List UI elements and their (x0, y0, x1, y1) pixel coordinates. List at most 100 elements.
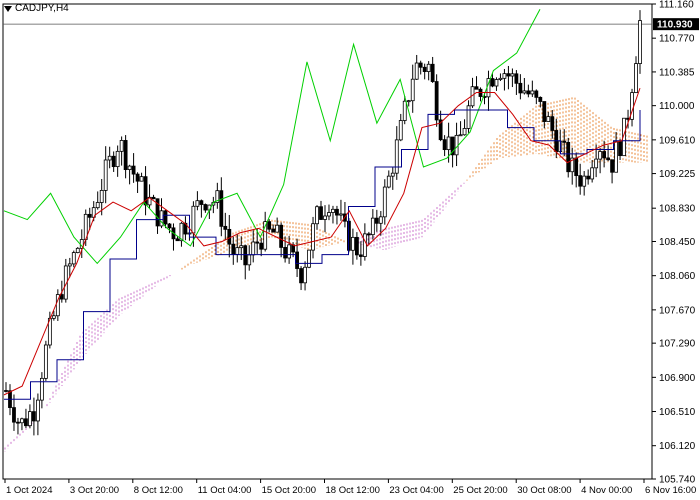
candle-body (586, 175, 591, 180)
candle-body (610, 159, 614, 173)
candle (370, 209, 375, 240)
candle-body (458, 134, 463, 137)
time-tick-label: 3 Oct 20:00 (70, 485, 119, 496)
candle (422, 63, 427, 80)
candle (147, 184, 152, 209)
candle-body (111, 155, 116, 168)
candle (203, 203, 208, 213)
candle (618, 138, 622, 161)
time-tick-label: 4 Nov 00:00 (581, 485, 632, 496)
candle (406, 99, 411, 107)
candle-body (32, 411, 36, 422)
candle (307, 249, 311, 269)
candle (235, 234, 240, 263)
price-tick-label: 106.120 (659, 441, 696, 452)
candle (303, 261, 307, 291)
candle-body (494, 79, 499, 87)
candle-body (490, 78, 495, 87)
candle-body (530, 90, 535, 95)
price-tick-label: 110.385 (659, 67, 695, 78)
candle-body (4, 390, 8, 392)
candle-body (119, 140, 124, 152)
candle-body (386, 175, 391, 188)
candle-body (414, 62, 419, 80)
candle (311, 216, 315, 259)
candle (478, 87, 483, 102)
candle-body (95, 202, 100, 209)
price-tick-label: 106.900 (659, 373, 696, 384)
price-tick-label: 105.740 (659, 475, 696, 486)
candle-body (115, 150, 120, 168)
time-tick-label: 11 Oct 04:00 (198, 485, 252, 496)
candle (518, 74, 523, 100)
candle (634, 56, 638, 94)
candle-body (135, 173, 140, 182)
candle-body (75, 247, 80, 253)
candle (119, 136, 124, 166)
candle-body (634, 63, 638, 94)
candle-body (339, 213, 343, 216)
candle-body (279, 224, 284, 248)
candle-body (307, 249, 311, 268)
candle-body (538, 96, 543, 102)
candle-body (299, 268, 303, 284)
candle (267, 219, 272, 233)
price-tick-label: 108.060 (659, 271, 696, 282)
candle (107, 146, 112, 169)
candle (546, 111, 551, 122)
candle (4, 382, 8, 393)
candle (20, 417, 24, 431)
candle (374, 209, 379, 232)
candle-body (327, 212, 331, 217)
price-tick-label: 107.670 (659, 305, 696, 316)
candle-body (20, 418, 24, 424)
candle (386, 170, 391, 189)
candle-body (175, 238, 180, 242)
price-tick-label: 108.450 (659, 237, 696, 248)
candle-body (398, 120, 403, 141)
candle-body (351, 236, 355, 251)
candle-body (335, 208, 339, 216)
candle (498, 73, 503, 82)
time-tick-label: 1 Oct 2024 (6, 485, 52, 496)
candle-body (498, 77, 503, 80)
candle-body (374, 217, 379, 224)
candle (502, 68, 507, 91)
candle-body (566, 141, 571, 173)
candle (39, 372, 44, 409)
candle (16, 417, 20, 435)
price-tick-label: 107.290 (659, 339, 696, 350)
candle-body (12, 407, 16, 423)
candle-body (614, 141, 618, 173)
candle-body (518, 82, 523, 94)
candle (582, 170, 587, 196)
candle-body (287, 244, 292, 259)
time-tick-label: 8 Oct 12:00 (134, 485, 183, 496)
candle-body (315, 206, 319, 225)
candle (243, 244, 248, 280)
chart-canvas[interactable]: 111.160 110.770 110.385 110.000 109.610 109.2… (0, 0, 700, 500)
candle-body (358, 254, 363, 257)
candle-body (231, 243, 236, 255)
candle-body (283, 247, 288, 259)
candle-body (618, 141, 622, 157)
candle-body (51, 315, 56, 319)
candle-body (243, 245, 248, 266)
candle (570, 147, 575, 185)
candle (319, 200, 323, 220)
candle (95, 191, 100, 210)
chart-window[interactable]: CADJPY,H4 111.160 110.770 110.385 110.000 10… (0, 0, 700, 500)
candle-body (582, 175, 587, 187)
candle (638, 10, 642, 74)
candle (486, 70, 491, 111)
candle-body (28, 411, 32, 427)
candle-body (227, 228, 232, 245)
candle-body (59, 294, 64, 300)
candle-body (546, 116, 551, 122)
candle-body (534, 90, 539, 98)
candle (430, 56, 435, 83)
candle-body (462, 128, 467, 136)
candle-body (442, 139, 447, 151)
candle-body (191, 205, 196, 234)
candle (247, 245, 252, 271)
